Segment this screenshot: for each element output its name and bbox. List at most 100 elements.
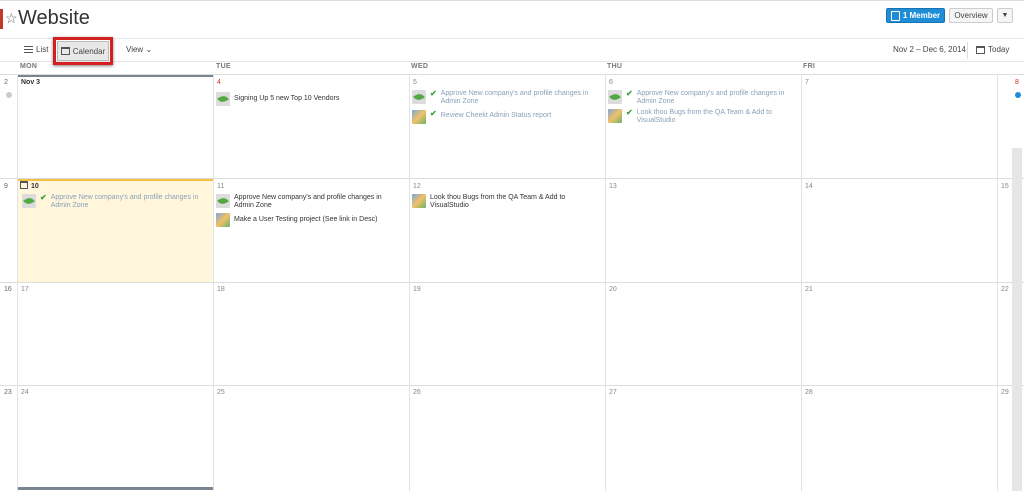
week-number: 23 bbox=[4, 389, 12, 396]
week-number: 2 bbox=[4, 79, 8, 86]
column-divider bbox=[17, 74, 18, 491]
overview-button-label: Overview bbox=[954, 11, 988, 20]
column-divider bbox=[997, 74, 998, 491]
page-title: Website bbox=[18, 7, 90, 29]
task-title: Look thou Bugs from the QA Team & Add to… bbox=[636, 109, 772, 124]
day-number: 26 bbox=[413, 389, 421, 396]
task-item[interactable]: Approve New company's and profile change… bbox=[216, 194, 408, 210]
view-label: View bbox=[126, 45, 144, 54]
day-number: 25 bbox=[217, 389, 225, 396]
day-number: 6 bbox=[609, 79, 613, 86]
day-number: 20 bbox=[609, 286, 617, 293]
page-header: ☆ Website 1 Member Overview ▼ bbox=[0, 0, 1024, 38]
day-number: 11 bbox=[217, 183, 225, 190]
day-header-tue: TUE bbox=[216, 63, 231, 70]
task-title: Look thou Bugs from the QA Team & Add to… bbox=[430, 194, 566, 209]
chevron-down-icon: ⌄ bbox=[145, 45, 153, 54]
day-number: Nov 3 bbox=[21, 79, 41, 86]
task-title: Approve New company's and profile change… bbox=[636, 90, 785, 105]
column-divider bbox=[605, 74, 606, 491]
week-number: 16 bbox=[4, 286, 12, 293]
status-dot bbox=[6, 92, 12, 98]
day-number: 21 bbox=[805, 286, 813, 293]
day-number: 22 bbox=[1001, 286, 1009, 293]
avatar bbox=[216, 213, 230, 227]
check-icon[interactable]: ✔ bbox=[626, 109, 633, 117]
task-item[interactable]: ✔ Review Cheekt Admin Status report bbox=[412, 110, 604, 124]
day-number: 4 bbox=[217, 79, 221, 86]
day-number: 15 bbox=[1001, 183, 1009, 190]
task-item[interactable]: ✔ Approve New company's and profile chan… bbox=[412, 90, 604, 106]
day-number: 18 bbox=[217, 286, 225, 293]
scrollbar[interactable] bbox=[1012, 148, 1022, 491]
calendar-grid: 2 Nov 3 4 5 6 7 8 Signing Up 5 new Top 1… bbox=[0, 74, 1024, 491]
current-week-indicator-bottom bbox=[18, 487, 213, 490]
member-button[interactable]: 1 Member bbox=[886, 8, 945, 23]
day-header-mon: MON bbox=[20, 63, 38, 70]
day-number: 13 bbox=[609, 183, 617, 190]
day-number: 8 bbox=[1015, 79, 1019, 86]
check-icon[interactable]: ✔ bbox=[430, 90, 437, 98]
calendar-icon bbox=[976, 45, 985, 54]
calendar-icon bbox=[60, 47, 70, 55]
day-number: 5 bbox=[413, 79, 417, 86]
toolbar: List View ⌄ Nov 2 – Dec 6, 2014 Today bbox=[0, 38, 1024, 62]
task-title: Approve New company's and profile change… bbox=[234, 194, 382, 209]
avatar bbox=[608, 109, 622, 123]
week-number: 9 bbox=[4, 183, 8, 190]
task-item[interactable]: ✔ Approve New company's and profile chan… bbox=[608, 90, 800, 106]
week-divider bbox=[0, 385, 1024, 386]
leaf-icon bbox=[608, 90, 622, 104]
check-icon[interactable]: ✔ bbox=[40, 194, 47, 202]
column-divider bbox=[213, 74, 214, 491]
building-icon bbox=[890, 10, 900, 21]
day-number: 24 bbox=[21, 389, 29, 396]
task-item[interactable]: ✔ Look thou Bugs from the QA Team & Add … bbox=[608, 109, 800, 125]
task-item[interactable]: ✔ Approve New company's and profile chan… bbox=[22, 194, 210, 210]
task-item[interactable]: Make a User Testing project (See link in… bbox=[216, 213, 408, 227]
day-number: 12 bbox=[413, 183, 421, 190]
week-divider bbox=[0, 282, 1024, 283]
day-number: 19 bbox=[413, 286, 421, 293]
check-icon[interactable]: ✔ bbox=[626, 90, 633, 98]
list-view-button[interactable]: List bbox=[24, 45, 48, 54]
view-dropdown[interactable]: View ⌄ bbox=[126, 45, 152, 54]
check-icon[interactable]: ✔ bbox=[430, 110, 437, 118]
date-range: Nov 2 – Dec 6, 2014 bbox=[893, 45, 966, 54]
calendar-view-button[interactable]: Calendar bbox=[57, 41, 109, 61]
day-header-wed: WED bbox=[411, 63, 429, 70]
chevron-down-icon: ▼ bbox=[1001, 12, 1009, 19]
today-label: Today bbox=[988, 45, 1010, 54]
column-divider bbox=[409, 74, 410, 491]
day-number: 29 bbox=[1001, 389, 1009, 396]
day-number: 10 bbox=[31, 183, 39, 190]
task-title: Review Cheekt Admin Status report bbox=[440, 112, 552, 119]
calendar-icon bbox=[20, 181, 28, 189]
star-icon[interactable]: ☆ bbox=[5, 10, 18, 27]
project-color-accent bbox=[0, 9, 3, 29]
day-header-fri: FRI bbox=[803, 63, 816, 70]
task-title: Signing Up 5 new Top 10 Vendors bbox=[234, 95, 340, 102]
task-item[interactable]: Look thou Bugs from the QA Team & Add to… bbox=[412, 194, 604, 210]
task-title: Make a User Testing project (See link in… bbox=[234, 216, 378, 223]
day-number: 14 bbox=[805, 183, 813, 190]
avatar bbox=[412, 194, 426, 208]
task-title: Approve New company's and profile change… bbox=[440, 90, 589, 105]
overview-button[interactable]: Overview bbox=[949, 8, 993, 23]
more-options-button[interactable]: ▼ bbox=[997, 8, 1013, 23]
column-divider bbox=[801, 74, 802, 491]
leaf-icon bbox=[216, 92, 230, 106]
task-item[interactable]: Signing Up 5 new Top 10 Vendors bbox=[216, 92, 408, 106]
leaf-icon bbox=[22, 194, 36, 208]
day-header-thu: THU bbox=[607, 63, 623, 70]
day-number: 27 bbox=[609, 389, 617, 396]
day-number: 28 bbox=[805, 389, 813, 396]
list-label: List bbox=[36, 45, 49, 54]
member-button-label: 1 Member bbox=[902, 11, 941, 20]
leaf-icon bbox=[216, 194, 230, 208]
day-number: 7 bbox=[805, 79, 809, 86]
week-divider bbox=[0, 74, 1024, 75]
divider bbox=[967, 42, 968, 59]
today-button[interactable]: Today bbox=[976, 45, 1009, 54]
task-title: Approve New company's and profile change… bbox=[50, 194, 199, 209]
